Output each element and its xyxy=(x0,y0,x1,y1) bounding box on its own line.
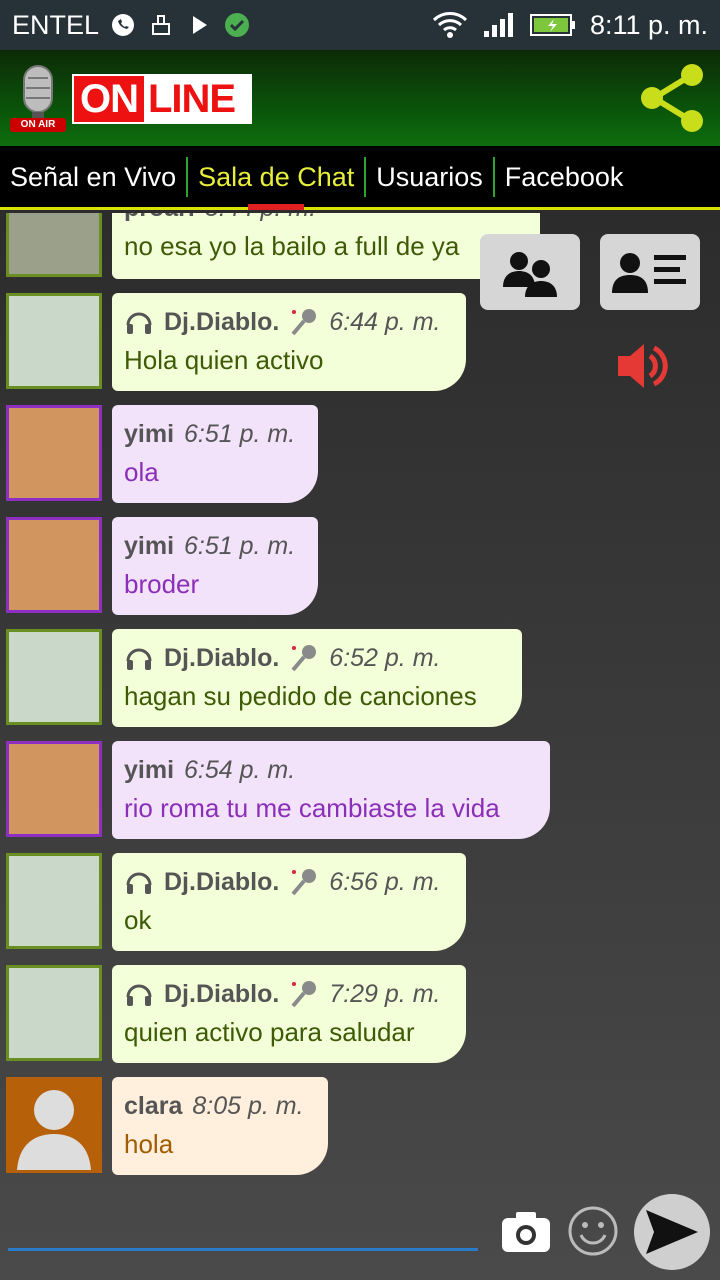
tab-bar: Señal en Vivo Sala de Chat Usuarios Face… xyxy=(0,146,720,210)
message-time: 6:51 p. m. xyxy=(184,531,296,560)
notification-icon xyxy=(147,11,175,39)
message-text: rio roma tu me cambiaste la vida xyxy=(124,793,500,823)
chat-message: Dj.Diablo. 7:29 p. m. quien activo para … xyxy=(0,965,720,1065)
sender-name: clara xyxy=(124,1091,183,1120)
sender-name: Dj.Diablo. xyxy=(164,643,280,672)
message-time: 5:44 p. m. xyxy=(205,213,316,223)
whatsapp-icon xyxy=(109,11,137,39)
camera-icon[interactable] xyxy=(498,1206,554,1258)
headphones-icon xyxy=(124,643,154,673)
chat-message: clara 8:05 p. m. hola xyxy=(0,1077,720,1177)
message-text: hagan su pedido de canciones xyxy=(124,681,477,711)
sender-name: Dj.Diablo. xyxy=(164,867,280,896)
default-avatar-icon xyxy=(17,1090,91,1170)
message-text: ola xyxy=(124,457,159,487)
headphones-icon xyxy=(124,979,154,1009)
sender-name: proari xyxy=(124,213,195,223)
message-bubble: yimi 6:51 p. m. broder xyxy=(112,517,318,615)
users-group-icon xyxy=(503,252,557,297)
user-card-button[interactable] xyxy=(600,234,700,310)
microphone-icon xyxy=(289,867,319,897)
message-text: Hola quien activo xyxy=(124,345,324,375)
microphone-icon xyxy=(289,307,319,337)
message-time: 7:29 p. m. xyxy=(329,979,441,1008)
message-time: 6:56 p. m. xyxy=(329,867,441,896)
app-logo: ON LINE xyxy=(72,74,252,124)
message-text: ok xyxy=(124,905,152,935)
message-text: no esa yo la bailo a full de ya xyxy=(124,231,460,261)
user-card-icon xyxy=(612,253,686,293)
message-time: 8:05 p. m. xyxy=(192,1091,304,1120)
message-text: broder xyxy=(124,569,200,599)
sender-name: yimi xyxy=(124,755,175,784)
microphone-icon xyxy=(289,643,319,673)
user-avatar[interactable] xyxy=(6,1077,102,1173)
chat-message: yimi 6:54 p. m. rio roma tu me cambiaste… xyxy=(0,741,720,841)
tab-usuarios[interactable]: Usuarios xyxy=(366,156,495,197)
user-avatar[interactable] xyxy=(6,629,102,725)
tab-sala-de-chat[interactable]: Sala de Chat xyxy=(188,156,367,210)
chat-message: yimi 6:51 p. m. broder xyxy=(0,517,720,617)
message-bubble: Dj.Diablo. 6:56 p. m. ok xyxy=(112,853,466,951)
carrier-name: ENTEL xyxy=(12,9,100,40)
message-time: 6:51 p. m. xyxy=(184,419,296,448)
user-avatar[interactable] xyxy=(6,293,102,389)
logo-on-text: ON xyxy=(74,76,144,122)
wifi-icon xyxy=(432,11,468,39)
message-bubble: Dj.Diablo. 6:44 p. m. Hola quien activo xyxy=(112,293,466,391)
sender-name: Dj.Diablo. xyxy=(164,979,280,1008)
logo-line-text: LINE xyxy=(148,76,236,121)
play-icon xyxy=(185,11,213,39)
sender-name: Dj.Diablo. xyxy=(164,307,280,336)
user-avatar[interactable] xyxy=(6,741,102,837)
share-icon[interactable] xyxy=(636,62,708,134)
message-time: 6:52 p. m. xyxy=(329,643,441,672)
user-avatar[interactable] xyxy=(6,405,102,501)
message-time: 6:54 p. m. xyxy=(184,755,296,784)
chat-message: Dj.Diablo. 6:52 p. m. hagan su pedido de… xyxy=(0,629,720,729)
message-bubble: yimi 6:54 p. m. rio roma tu me cambiaste… xyxy=(112,741,550,839)
sender-name: yimi xyxy=(124,419,175,448)
microphone-icon xyxy=(289,979,319,1009)
chat-message: Dj.Diablo. 6:56 p. m. ok xyxy=(0,853,720,953)
message-bubble: Dj.Diablo. 7:29 p. m. quien activo para … xyxy=(112,965,466,1063)
message-text: quien activo para saludar xyxy=(124,1017,415,1047)
clock: 8:11 p. m. xyxy=(589,9,708,40)
user-avatar[interactable] xyxy=(6,517,102,613)
tab-senal-en-vivo[interactable]: Señal en Vivo xyxy=(0,156,189,197)
message-bubble: yimi 6:51 p. m. ola xyxy=(112,405,318,503)
app-bar: ON AIR ON LINE xyxy=(0,50,720,146)
battery-icon xyxy=(529,11,576,39)
volume-icon[interactable] xyxy=(612,338,672,394)
sender-name: yimi xyxy=(124,531,175,560)
send-icon xyxy=(646,1210,698,1254)
message-text: hola xyxy=(124,1129,174,1159)
user-avatar[interactable] xyxy=(6,853,102,949)
message-bubble: proari 5:44 p. m. no esa yo la bailo a f… xyxy=(112,213,540,279)
signal-icon xyxy=(482,11,516,39)
input-underline xyxy=(8,1248,478,1251)
user-avatar[interactable] xyxy=(6,965,102,1061)
microphone-logo-icon: ON AIR xyxy=(8,64,68,136)
headphones-icon xyxy=(124,867,154,897)
message-input[interactable] xyxy=(8,1200,478,1246)
chat-message: yimi 6:51 p. m. ola xyxy=(0,405,720,505)
send-button[interactable] xyxy=(634,1194,710,1270)
check-icon xyxy=(223,11,251,39)
message-bubble: clara 8:05 p. m. hola xyxy=(112,1077,328,1175)
tab-facebook[interactable]: Facebook xyxy=(495,157,634,197)
message-bubble: Dj.Diablo. 6:52 p. m. hagan su pedido de… xyxy=(112,629,522,727)
on-air-label: ON AIR xyxy=(20,119,56,130)
user-avatar[interactable] xyxy=(6,213,102,277)
users-group-button[interactable] xyxy=(480,234,580,310)
emoji-icon[interactable] xyxy=(566,1204,620,1258)
message-time: 6:44 p. m. xyxy=(329,307,441,336)
status-bar: ENTEL 8:11 p. m. xyxy=(0,0,720,50)
headphones-icon xyxy=(124,307,154,337)
